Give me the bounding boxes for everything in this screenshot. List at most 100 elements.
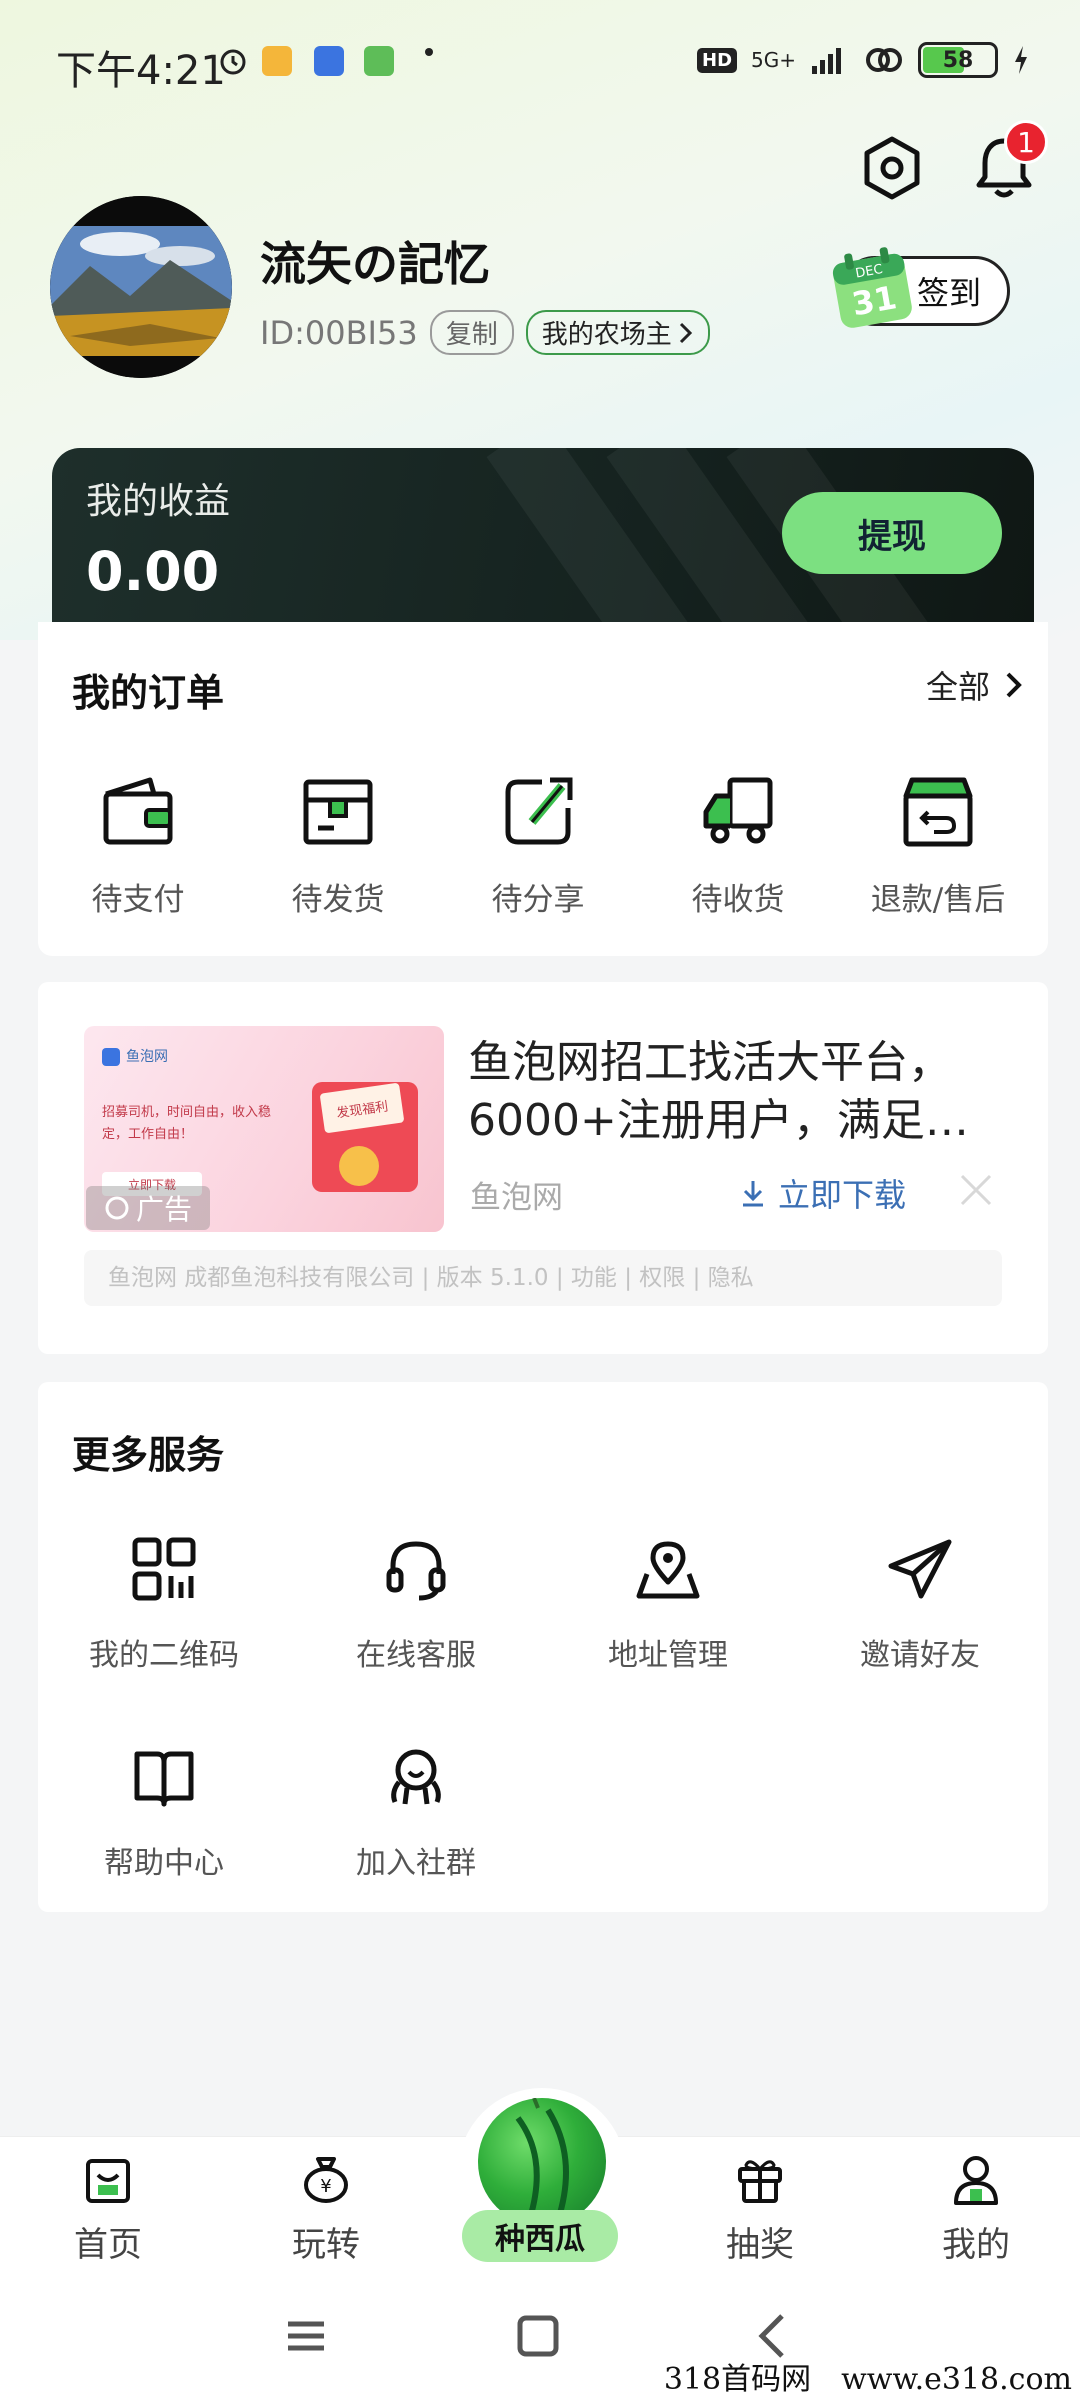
user-id: ID:00BI53 <box>260 313 418 352</box>
order-pending-receipt[interactable]: 待收货 <box>638 772 838 919</box>
community-icon <box>391 1749 441 1805</box>
ad-download-button[interactable]: 立即下载 <box>740 1170 906 1216</box>
services-card: 更多服务 我的二维码 在线客服 地址管理 邀请好友 帮助中心 加入社群 <box>38 1382 1048 1912</box>
wallet-icon <box>103 777 173 845</box>
home-square-icon[interactable] <box>508 2306 568 2366</box>
battery-icon: 58 <box>918 42 998 78</box>
network-label: 5G+ <box>751 48 796 72</box>
ad-download-label: 立即下载 <box>778 1176 907 1214</box>
services-title: 更多服务 <box>72 1433 225 1477</box>
see-all-label: 全部 <box>925 668 990 706</box>
headset-icon <box>386 1541 446 1601</box>
service-community[interactable]: 加入社群 <box>316 1742 516 1882</box>
order-label: 待支付 <box>91 882 185 918</box>
service-qrcode[interactable]: 我的二维码 <box>64 1534 264 1674</box>
hd-icon: HD <box>697 47 738 73</box>
ad-image[interactable]: 鱼泡网 招募司机，时间自由，收入稳定，工作自由！ 立即下载 发现福利 广告 <box>84 1026 444 1232</box>
download-icon <box>743 1181 763 1207</box>
orders-card: 我的订单 全部 待支付 待发货 待分享 待收货 退款/售后 <box>38 622 1048 956</box>
tab-home[interactable]: 首页 <box>28 2151 188 2266</box>
chevron-right-icon <box>1006 672 1022 698</box>
ad-brand-logo <box>102 1048 120 1066</box>
menu-icon[interactable] <box>276 2306 336 2366</box>
service-invite[interactable]: 邀请好友 <box>820 1534 1020 1674</box>
wechat-like-icon <box>364 46 394 76</box>
signal-icon <box>812 48 841 74</box>
svg-text:¥: ¥ <box>320 2176 331 2197</box>
tab-label: 我的 <box>942 2225 1010 2265</box>
ad-title[interactable]: 鱼泡网招工找活大平台，6000+注册用户，满足… <box>468 1034 1008 1150</box>
service-help-center[interactable]: 帮助中心 <box>64 1742 264 1882</box>
alarm-icon <box>220 49 246 75</box>
system-navigation-bar: 318首码网 www.e318.com <box>0 2276 1080 2400</box>
ad-source: 鱼泡网 <box>470 1180 563 1216</box>
avatar[interactable] <box>50 196 232 378</box>
earnings-card: 我的收益 0.00 提现 <box>52 448 1034 624</box>
service-customer-support[interactable]: 在线客服 <box>316 1534 516 1674</box>
coin-image <box>339 1146 379 1186</box>
farm-owner-button[interactable]: 我的农场主 <box>525 310 710 355</box>
tab-watermelon-label[interactable]: 种西瓜 <box>462 2210 618 2262</box>
notification-button[interactable]: 1 <box>964 120 1048 208</box>
ad-image-brand: 鱼泡网 <box>126 1049 168 1065</box>
order-pending-share[interactable]: 待分享 <box>438 772 638 919</box>
order-pending-shipment[interactable]: 待发货 <box>238 772 438 919</box>
tab-label: 首页 <box>74 2225 142 2265</box>
charging-icon <box>1015 46 1027 74</box>
hotspot-icon <box>866 48 902 72</box>
order-label: 退款/售后 <box>870 882 1006 918</box>
id-row: ID:00BI53 复制 我的农场主 <box>260 310 710 355</box>
status-time: 下午4:21 <box>56 48 226 94</box>
chevron-right-icon <box>679 322 692 343</box>
service-label: 在线客服 <box>356 1638 476 1673</box>
service-label: 邀请好友 <box>860 1638 980 1673</box>
qrcode-icon <box>132 1537 196 1601</box>
watermelon-icon <box>515 2097 569 2221</box>
return-box-icon <box>903 777 973 847</box>
svg-text:31: 31 <box>849 278 899 323</box>
box-icon <box>303 779 373 845</box>
ad-logo-icon <box>105 1196 129 1220</box>
user-icon <box>954 2156 998 2205</box>
service-label: 地址管理 <box>608 1638 728 1673</box>
copy-id-button[interactable]: 复制 <box>429 310 514 355</box>
earnings-label: 我的收益 <box>86 481 231 522</box>
watermark: 318首码网 www.e318.com <box>663 2362 1072 2397</box>
earnings-amount: 0.00 <box>86 540 220 603</box>
farm-owner-label: 我的农场主 <box>541 320 672 350</box>
message-app-icon <box>262 46 292 76</box>
tab-mine[interactable]: 我的 <box>896 2151 1056 2266</box>
service-address[interactable]: 地址管理 <box>568 1534 768 1674</box>
tab-play[interactable]: ¥ 玩转 <box>246 2151 406 2266</box>
order-refund-aftersale[interactable]: 退款/售后 <box>838 772 1038 919</box>
close-icon[interactable] <box>958 1172 994 1208</box>
withdraw-button[interactable]: 提现 <box>782 492 1002 574</box>
money-bag-icon: ¥ <box>304 2157 348 2203</box>
see-all-orders-button[interactable]: 全部 <box>926 662 1024 708</box>
status-right: HD 5G+ 58 <box>697 42 1030 78</box>
order-label: 待收货 <box>691 882 785 918</box>
tab-label: 抽奖 <box>726 2225 794 2265</box>
app-notification-icon <box>314 46 344 76</box>
location-icon <box>636 1541 700 1599</box>
settings-button[interactable] <box>852 128 932 208</box>
service-label: 加入社群 <box>356 1846 476 1881</box>
tab-lottery[interactable]: 抽奖 <box>680 2151 840 2266</box>
truck-icon <box>703 777 773 844</box>
service-label: 帮助中心 <box>104 1846 224 1881</box>
service-label: 我的二维码 <box>89 1638 239 1673</box>
tab-watermelon[interactable] <box>478 2097 606 2226</box>
calendar-icon: DEC 31 <box>832 247 912 328</box>
ad-image-text: 招募司机，时间自由，收入稳定，工作自由！ <box>102 1105 272 1142</box>
home-bag-icon <box>86 2159 130 2203</box>
ad-card[interactable]: 鱼泡网 招募司机，时间自由，收入稳定，工作自由！ 立即下载 发现福利 广告 鱼泡… <box>38 982 1048 1354</box>
notification-badge: 1 <box>1004 120 1048 164</box>
order-pending-payment[interactable]: 待支付 <box>38 772 238 919</box>
ad-badge: 广告 <box>86 1186 210 1230</box>
nickname: 流矢の記忆 <box>260 237 490 291</box>
more-notifications-dot <box>425 48 433 56</box>
gift-icon <box>738 2160 782 2203</box>
order-label: 待发货 <box>291 882 385 918</box>
ad-footer: 鱼泡网 成都鱼泡科技有限公司 | 版本 5.1.0 | 功能 | 权限 | 隐私 <box>84 1250 1002 1306</box>
paper-plane-icon <box>888 1539 952 1599</box>
